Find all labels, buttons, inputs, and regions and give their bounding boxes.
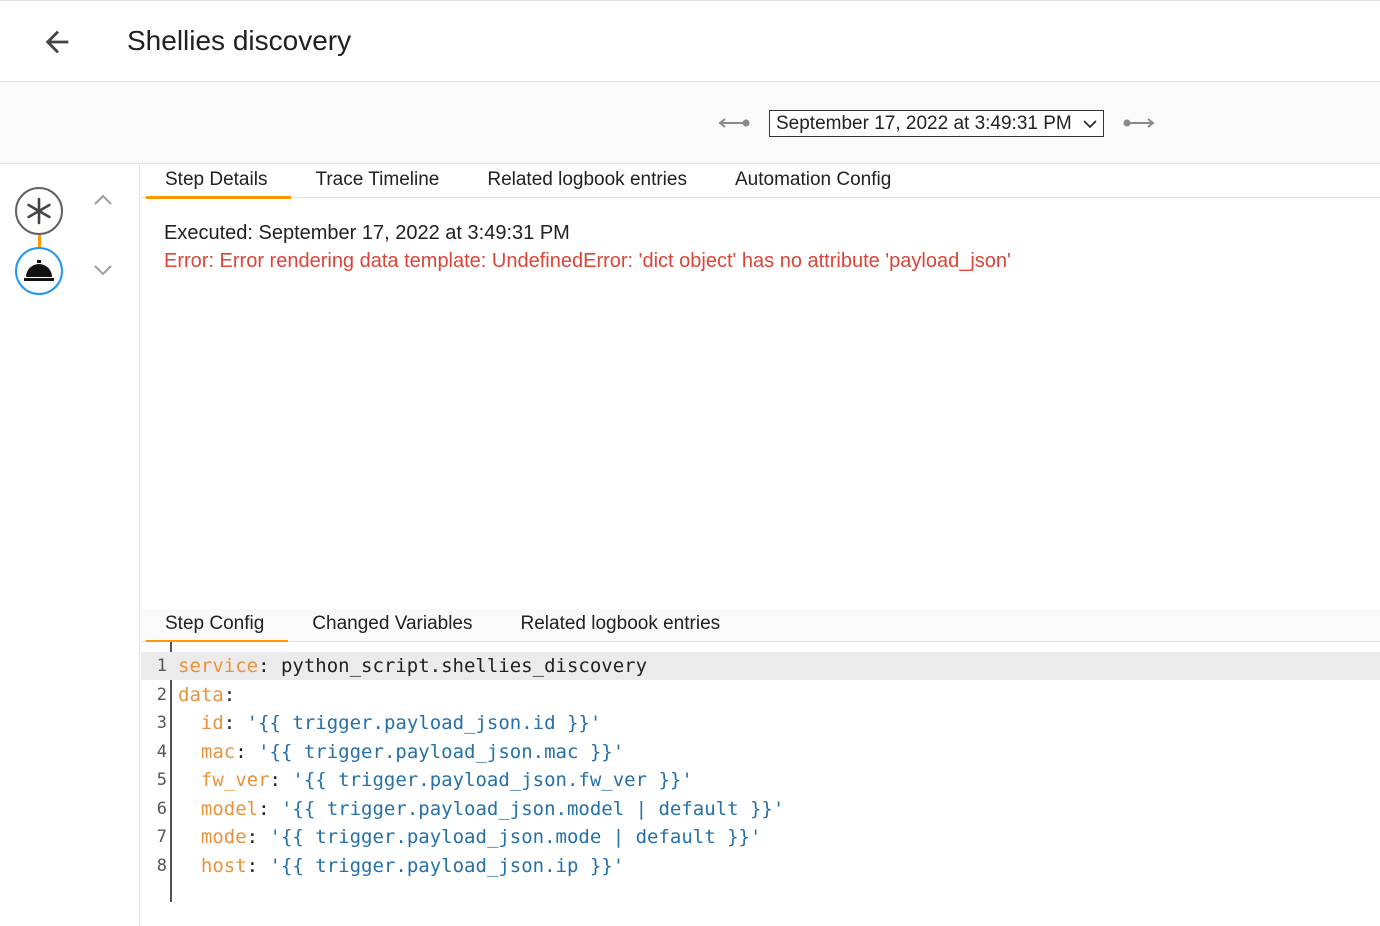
line-number: 7 xyxy=(156,827,167,847)
yaml-key: id xyxy=(200,712,224,734)
tab-trace-timeline[interactable]: Trace Timeline xyxy=(291,165,463,198)
tab-automation-config[interactable]: Automation Config xyxy=(711,165,915,198)
tab-step-details[interactable]: Step Details xyxy=(141,165,292,199)
code-line: 4 mac: '{{ trigger.payload_json.mac }}' xyxy=(141,738,1380,766)
line-number: 4 xyxy=(156,742,167,762)
yaml-separator: : xyxy=(235,741,259,763)
code-line: 6 model: '{{ trigger.payload_json.model … xyxy=(141,795,1380,823)
yaml-value: '{{ trigger.payload_json.id }}' xyxy=(246,712,602,734)
yaml-separator: : xyxy=(258,655,281,677)
step-tabs: Step Config Changed Variables Related lo… xyxy=(141,609,1380,643)
tab-changed-variables[interactable]: Changed Variables xyxy=(288,609,496,642)
yaml-key: model xyxy=(200,798,259,820)
line-number: 1 xyxy=(156,656,167,676)
yaml-key: mode xyxy=(200,826,247,848)
arrow-right-bar-icon xyxy=(1123,118,1155,128)
yaml-key: service xyxy=(178,655,259,677)
chevron-down-icon xyxy=(94,265,112,276)
page-title: Shellies discovery xyxy=(127,25,352,56)
trigger-node[interactable] xyxy=(15,187,63,235)
trace-tabs: Step Details Trace Timeline Related logb… xyxy=(141,165,1380,199)
room-service-icon xyxy=(24,260,54,281)
code-line: 2 data: xyxy=(141,681,1380,709)
prev-trace-button[interactable] xyxy=(716,114,752,132)
line-number: 5 xyxy=(156,770,167,790)
next-trace-button[interactable] xyxy=(1121,114,1157,132)
code-line: 5 fw_ver: '{{ trigger.payload_json.fw_ve… xyxy=(141,766,1380,794)
line-number: 8 xyxy=(156,856,167,876)
chevron-up-icon xyxy=(94,194,112,205)
arrow-left-bar-icon xyxy=(718,118,750,128)
yaml-value: python_script.shellies_discovery xyxy=(280,655,648,677)
yaml-separator: : xyxy=(246,855,270,877)
step-details: Executed: September 17, 2022 at 3:49:31 … xyxy=(164,222,1011,273)
back-button[interactable] xyxy=(40,25,74,59)
code-text: mode: '{{ trigger.payload_json.mode | de… xyxy=(178,826,762,848)
chevron-down-icon xyxy=(1083,119,1097,128)
line-number: 6 xyxy=(156,799,167,819)
code-line: 1 service: python_script.shellies_discove… xyxy=(141,652,1380,680)
yaml-value: '{{ trigger.payload_json.mode | default … xyxy=(269,826,762,848)
yaml-value: '{{ trigger.payload_json.mac }}' xyxy=(258,741,625,763)
line-number: 2 xyxy=(156,685,167,705)
yaml-separator: : xyxy=(223,684,236,706)
yaml-key: data xyxy=(178,684,224,706)
step-down-button[interactable] xyxy=(92,263,114,277)
tab-step-config[interactable]: Step Config xyxy=(141,609,289,643)
action-node[interactable] xyxy=(15,247,63,295)
asterisk-icon xyxy=(27,197,51,225)
yaml-key: host xyxy=(200,855,247,877)
app-header: Shellies discovery xyxy=(0,0,1380,82)
trace-toolbar xyxy=(0,82,1380,164)
executed-text: Executed: September 17, 2022 at 3:49:31 … xyxy=(164,222,570,244)
trace-select-value: September 17, 2022 at 3:49:31 PM xyxy=(776,112,1072,134)
code-text: service: python_script.shellies_discover… xyxy=(178,655,647,677)
arrow-left-icon xyxy=(45,30,69,54)
yaml-value: '{{ trigger.payload_json.fw_ver }}' xyxy=(292,769,693,791)
tab-related-logbook[interactable]: Related logbook entries xyxy=(463,165,711,198)
code-text: model: '{{ trigger.payload_json.model | … xyxy=(178,798,784,820)
yaml-code-editor[interactable]: 1 service: python_script.shellies_discove… xyxy=(141,642,1380,902)
code-line: 3 id: '{{ trigger.payload_json.id }}' xyxy=(141,709,1380,737)
yaml-separator: : xyxy=(269,769,293,791)
code-line: 7 mode: '{{ trigger.payload_json.mode | … xyxy=(141,823,1380,851)
yaml-separator: : xyxy=(258,798,281,820)
yaml-separator: : xyxy=(223,712,247,734)
error-message: Error: Error rendering data template: Un… xyxy=(164,250,1011,272)
code-text: host: '{{ trigger.payload_json.ip }}' xyxy=(178,855,624,877)
code-text: id: '{{ trigger.payload_json.id }}' xyxy=(178,712,601,734)
code-text: data: xyxy=(178,684,235,706)
yaml-value: '{{ trigger.payload_json.ip }}' xyxy=(269,855,625,877)
code-line: 8 host: '{{ trigger.payload_json.ip }}' xyxy=(141,852,1380,880)
yaml-separator: : xyxy=(246,826,270,848)
yaml-value: '{{ trigger.payload_json.model | default… xyxy=(280,798,785,820)
line-number: 3 xyxy=(156,713,167,733)
trace-select[interactable]: September 17, 2022 at 3:49:31 PM xyxy=(769,110,1104,137)
yaml-key: fw_ver xyxy=(200,769,270,791)
code-text: mac: '{{ trigger.payload_json.mac }}' xyxy=(178,741,624,763)
yaml-key: mac xyxy=(200,741,236,763)
tab-step-related-logbook[interactable]: Related logbook entries xyxy=(497,609,745,642)
step-up-button[interactable] xyxy=(92,193,114,207)
code-text: fw_ver: '{{ trigger.payload_json.fw_ver … xyxy=(178,769,693,791)
